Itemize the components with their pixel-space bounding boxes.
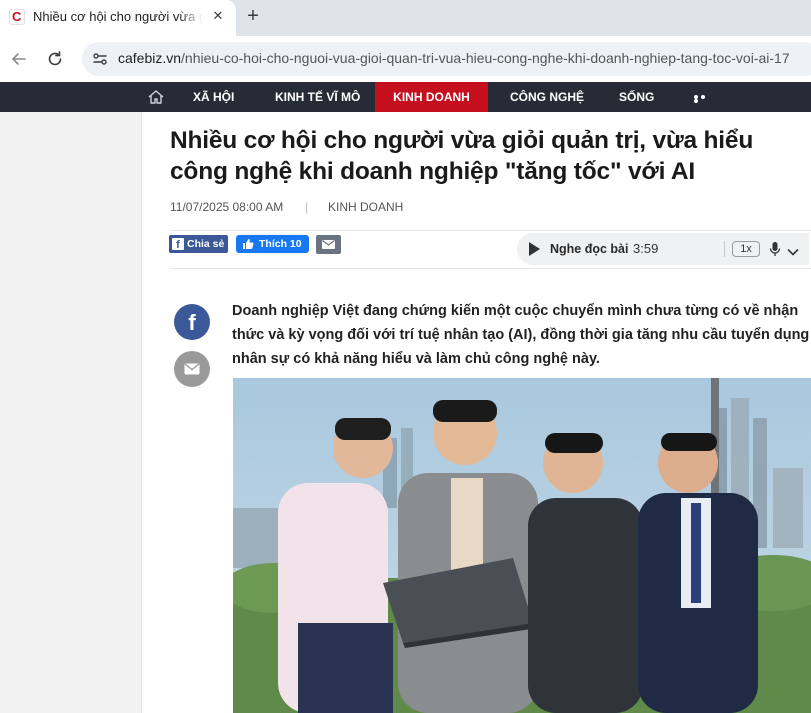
- article-category[interactable]: Kinh doanh: [328, 200, 403, 214]
- facebook-icon: f: [188, 310, 196, 335]
- thumbs-up-icon: [242, 238, 254, 250]
- close-icon[interactable]: ✕: [210, 8, 226, 24]
- article-title: Nhiều cơ hội cho người vừa giỏi quản trị…: [170, 127, 754, 185]
- browser-tab[interactable]: C Nhiều cơ hội cho người vừa giỏi quản t…: [0, 0, 236, 36]
- home-icon[interactable]: [147, 88, 165, 106]
- nav-item-song[interactable]: Sống: [619, 82, 654, 112]
- play-icon[interactable]: [529, 242, 540, 256]
- mail-icon: [184, 363, 200, 375]
- audio-duration: 3:59: [633, 241, 659, 256]
- nav-item-kinh-doanh[interactable]: Kinh doanh: [375, 82, 488, 112]
- browser-toolbar: cafebiz.vn/nhieu-co-hoi-cho-nguoi-vua-gi…: [0, 36, 811, 82]
- meta-separator: |: [305, 200, 309, 214]
- reload-icon[interactable]: [45, 49, 65, 69]
- facebook-like-button[interactable]: Thích 10: [236, 235, 309, 253]
- audio-player: Nghe đọc bài 3:59 1x: [517, 233, 809, 265]
- divider: [170, 268, 811, 269]
- share-label: Chia sẻ: [187, 238, 225, 250]
- chevron-down-icon[interactable]: [787, 244, 799, 256]
- article-lead: Doanh nghiệp Việt đang chứng kiến một cu…: [232, 303, 810, 367]
- email-share-button[interactable]: [316, 235, 341, 254]
- divider: [170, 230, 811, 231]
- favicon: C: [9, 9, 25, 25]
- facebook-icon: f: [172, 238, 184, 251]
- nav-item-kinh-te-vi-mo[interactable]: Kinh tế vĩ mô: [275, 82, 360, 112]
- site-info-icon[interactable]: [92, 51, 108, 67]
- site-nav: Xã hội Kinh tế vĩ mô Kinh doanh Công ngh…: [0, 82, 811, 112]
- more-icon[interactable]: [694, 95, 712, 103]
- email-share-circle[interactable]: [174, 351, 210, 387]
- audio-label[interactable]: Nghe đọc bài: [550, 242, 628, 256]
- tab-strip: C Nhiều cơ hội cho người vừa giỏi quản t…: [0, 0, 811, 36]
- article-date: 11/07/2025 08:00 AM: [170, 200, 284, 214]
- speed-button[interactable]: 1x: [732, 241, 760, 257]
- url-text: cafebiz.vn/nhieu-co-hoi-cho-nguoi-vua-gi…: [118, 50, 790, 66]
- tab-title: Nhiều cơ hội cho người vừa giỏi quản trị…: [33, 9, 203, 27]
- nav-item-xa-hoi[interactable]: Xã hội: [193, 82, 234, 112]
- nav-item-cong-nghe[interactable]: Công nghệ: [510, 82, 584, 112]
- back-icon[interactable]: [9, 49, 29, 69]
- article-photo: [233, 378, 811, 713]
- like-label: Thích 10: [259, 238, 302, 250]
- audio-divider: [724, 241, 725, 257]
- left-gutter: [0, 112, 142, 713]
- facebook-share-circle[interactable]: f: [174, 304, 210, 340]
- address-bar[interactable]: cafebiz.vn/nhieu-co-hoi-cho-nguoi-vua-gi…: [82, 42, 811, 76]
- facebook-share-button[interactable]: f Chia sẻ: [169, 235, 228, 253]
- mail-icon: [322, 240, 335, 249]
- new-tab-icon[interactable]: +: [244, 6, 262, 26]
- mic-icon[interactable]: [769, 241, 781, 257]
